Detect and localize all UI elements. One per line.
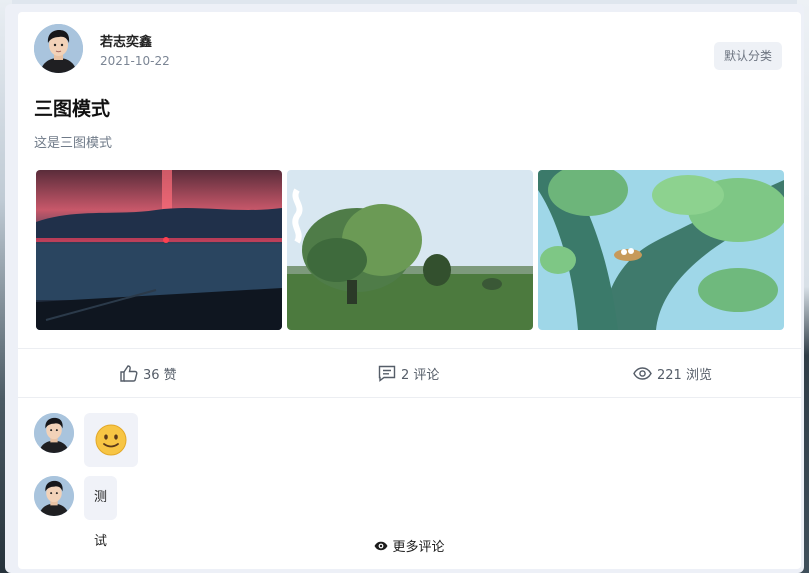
like-count: 36 赞 bbox=[143, 368, 177, 383]
comment-icon bbox=[378, 365, 396, 382]
thumbs-up-icon bbox=[120, 365, 138, 382]
commenter-avatar[interactable] bbox=[34, 476, 74, 516]
gallery-image-nest[interactable] bbox=[538, 170, 784, 330]
post-header: 若志奕鑫 2021-10-22 默认分类 bbox=[34, 24, 785, 74]
comment-button[interactable]: 2 评论 bbox=[378, 349, 439, 398]
post-summary: 这是三图模式 bbox=[34, 136, 113, 151]
views-stat[interactable]: 221 浏览 bbox=[633, 349, 712, 398]
more-comments-button[interactable]: 更多评论 bbox=[18, 536, 801, 555]
eye-icon bbox=[633, 367, 652, 380]
comment-bubble-text: 测试 bbox=[84, 476, 118, 549]
more-comments-label: 更多评论 bbox=[392, 540, 445, 555]
commenter-avatar[interactable] bbox=[34, 413, 74, 453]
image-gallery bbox=[36, 170, 784, 330]
like-button[interactable]: 36 赞 bbox=[120, 349, 177, 398]
eye-icon bbox=[374, 541, 388, 550]
author-avatar[interactable] bbox=[34, 24, 83, 73]
stats-bar: 36 赞 2 评论 221 浏览 bbox=[18, 348, 801, 398]
post-title[interactable]: 三图模式 bbox=[34, 94, 110, 121]
category-tag[interactable]: 默认分类 bbox=[713, 42, 782, 70]
page-frame: 若志奕鑫 2021-10-22 默认分类 三图模式 这是三图模式 36 赞 2 … bbox=[5, 4, 804, 573]
comment-bubble-emoji bbox=[84, 413, 138, 467]
gallery-image-tree[interactable] bbox=[287, 170, 533, 330]
view-count: 221 浏览 bbox=[657, 368, 712, 383]
post-card: 若志奕鑫 2021-10-22 默认分类 三图模式 这是三图模式 36 赞 2 … bbox=[18, 12, 801, 569]
comment-count: 2 评论 bbox=[401, 368, 440, 383]
gallery-image-sunset[interactable] bbox=[36, 170, 282, 330]
post-date: 2021-10-22 bbox=[100, 54, 170, 68]
smiling-face-icon bbox=[95, 424, 127, 456]
author-name[interactable]: 若志奕鑫 bbox=[100, 31, 152, 50]
